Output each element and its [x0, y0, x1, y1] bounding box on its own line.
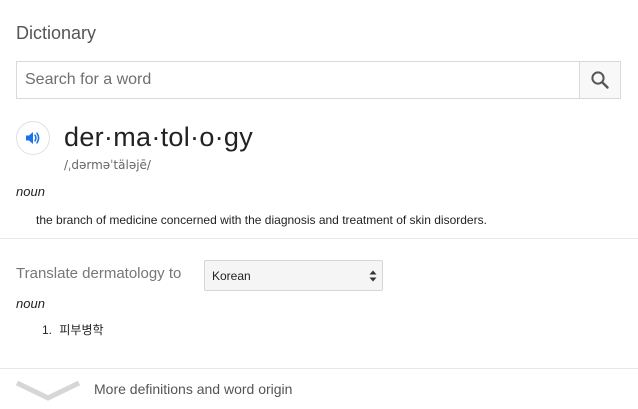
search-input[interactable]: [17, 62, 581, 98]
card-title: Dictionary: [16, 23, 97, 43]
phonetic-spelling: /ˌdərməˈtäləjē/: [64, 158, 151, 172]
search-box: [16, 61, 621, 99]
more-definitions-button[interactable]: More definitions and word origin: [0, 369, 638, 409]
language-select-value: Korean: [212, 269, 251, 283]
translation-item: 1. 피부병학: [42, 321, 104, 338]
translate-label: Translate dermatology to: [16, 265, 182, 282]
more-definitions-label: More definitions and word origin: [94, 381, 293, 397]
search-button[interactable]: [579, 62, 620, 98]
headword: der·ma·tol·o·gy: [64, 122, 254, 152]
speaker-icon: [26, 132, 40, 144]
translation-text: 피부병학: [59, 323, 104, 337]
divider: [0, 238, 638, 239]
pronunciation-button[interactable]: [16, 121, 50, 155]
chevron-down-icon: [15, 380, 81, 401]
translation-part-of-speech: noun: [16, 296, 45, 311]
dictionary-card: Dictionary der·ma·tol·o·gy /ˌdərməˈtäləj…: [0, 0, 638, 409]
translation-number: 1.: [42, 323, 53, 337]
search-icon: [591, 71, 609, 89]
definition-text: the branch of medicine concerned with th…: [36, 213, 487, 227]
select-arrows-icon: [369, 270, 377, 282]
language-select[interactable]: Korean: [204, 260, 383, 291]
part-of-speech: noun: [16, 184, 45, 199]
